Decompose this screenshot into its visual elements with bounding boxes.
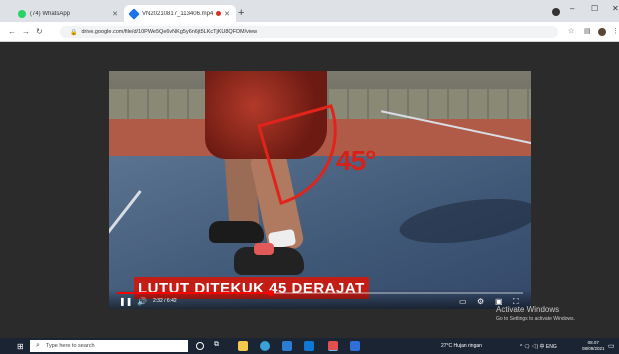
captions-icon[interactable]: ▭ (459, 297, 467, 306)
store-icon[interactable] (282, 341, 292, 351)
maximize-button[interactable]: ☐ (591, 4, 598, 13)
url-field[interactable]: 🔒 drive.google.com/file/d/10PWe5Qe6vNKg5… (60, 26, 558, 38)
search-placeholder: Type here to search (45, 343, 95, 349)
close-window-button[interactable]: ✕ (612, 4, 619, 13)
url-text: drive.google.com/file/d/10PWe5Qe6vNKg5y6… (81, 29, 258, 35)
notification-icon[interactable]: ▭ (608, 342, 615, 350)
time-display: 2:32 / 6:42 (153, 298, 177, 304)
progress-knob[interactable] (268, 290, 275, 296)
volume-icon[interactable]: 🔊 (137, 297, 147, 306)
edge-icon[interactable] (260, 341, 270, 351)
tab-whatsapp[interactable]: (74) WhatsApp ✕ (12, 5, 124, 22)
profile-icon[interactable] (598, 28, 606, 36)
minimize-button[interactable]: – (570, 4, 574, 13)
progress-bar[interactable] (117, 290, 523, 296)
close-tab-icon[interactable]: ✕ (224, 10, 230, 18)
tab-label: VN20210817_113406.mp4 - (142, 10, 215, 17)
knee-angle-overlay (257, 104, 337, 205)
system-tray[interactable]: ^ 🗨 ◁) 中 ENG (520, 343, 557, 350)
pause-icon[interactable]: ❚❚ (119, 297, 132, 306)
back-icon[interactable]: ← (8, 27, 16, 36)
file-explorer-icon[interactable] (238, 341, 248, 351)
chrome-taskbar-icon[interactable] (328, 341, 338, 351)
settings-icon[interactable]: ⚙ (477, 297, 484, 306)
star-icon[interactable]: ☆ (568, 27, 574, 35)
activate-windows-watermark: Activate Windows Go to Settings to activ… (496, 305, 575, 322)
lock-icon: 🔒 (70, 29, 78, 36)
weather-widget[interactable]: 27°C Hujan ringan (441, 343, 482, 349)
forward-icon[interactable]: → (22, 27, 30, 36)
extensions-icon[interactable]: ▤ (584, 27, 591, 35)
new-tab-button[interactable]: + (238, 7, 244, 19)
windows-start-icon[interactable]: ⊞ (17, 342, 24, 351)
tab-label: (74) WhatsApp (30, 10, 71, 17)
video-player[interactable]: 45° LUTUT DITEKUK 45 DERAJAT ❚❚ 🔊 2:32 /… (109, 71, 531, 309)
player-controls: ❚❚ 🔊 2:32 / 6:42 ▭ ⚙ ▣ ⛶ (109, 289, 531, 309)
media-playing-icon (216, 11, 222, 16)
cortana-icon[interactable] (196, 342, 204, 350)
angle-label: 45° (336, 145, 376, 176)
google-drive-icon (128, 7, 140, 20)
address-bar-row: ← → ↻ 🔒 drive.google.com/file/d/10PWe5Qe… (0, 22, 619, 42)
watermark-subtitle: Go to Settings to activate Windows. (496, 316, 575, 322)
windows-taskbar: ⊞ ⌕ Type here to search ⧉ 27°C Hujan rin… (0, 338, 619, 354)
taskbar-search[interactable]: ⌕ Type here to search (30, 340, 188, 352)
close-tab-icon[interactable]: ✕ (112, 10, 118, 18)
tab-strip: (74) WhatsApp ✕ VN20210817_113406.mp4 - … (0, 0, 619, 22)
search-icon: ⌕ (36, 342, 40, 349)
whatsapp-icon (18, 9, 26, 18)
record-icon (552, 8, 560, 16)
progress-fill (117, 292, 272, 294)
mail-icon[interactable] (304, 341, 314, 351)
taskbar-clock[interactable]: 08.07 08/09/2021 (582, 340, 605, 352)
reload-icon[interactable]: ↻ (36, 27, 43, 36)
menu-icon[interactable]: ⋮ (612, 27, 619, 35)
tab-drive-video[interactable]: VN20210817_113406.mp4 - ✕ (124, 5, 236, 22)
task-view-icon[interactable]: ⧉ (214, 341, 224, 351)
word-icon[interactable] (350, 341, 360, 351)
watermark-title: Activate Windows (496, 305, 560, 314)
clock-date: 08/09/2021 (582, 346, 605, 351)
